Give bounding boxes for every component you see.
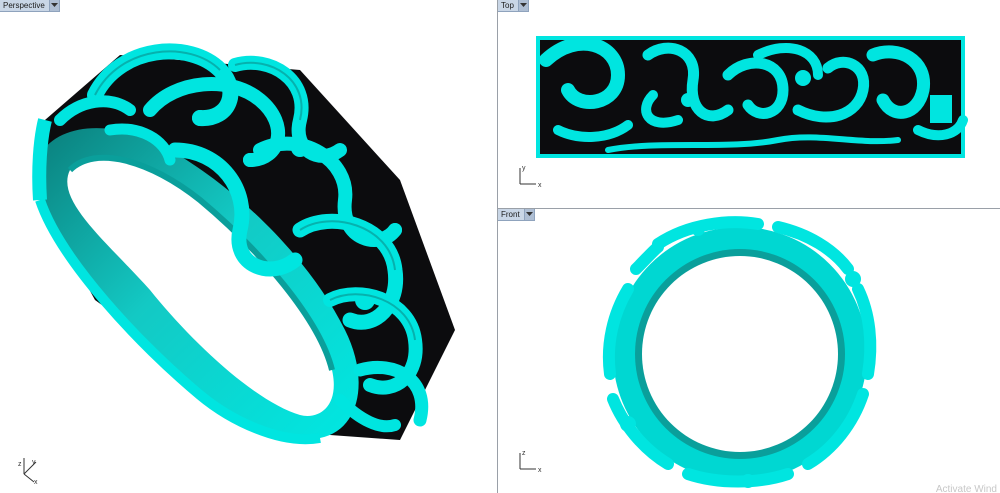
- viewport-tab-top[interactable]: Top: [498, 0, 529, 12]
- chevron-down-icon[interactable]: [48, 0, 59, 11]
- viewport-top[interactable]: Top y x: [497, 0, 1000, 209]
- axis-triad: z y x: [18, 458, 38, 486]
- viewport-tab-perspective[interactable]: Perspective: [0, 0, 60, 12]
- viewport-title: Perspective: [3, 1, 45, 10]
- viewport-title: Top: [501, 1, 514, 10]
- viewport-perspective[interactable]: Perspective z y x: [0, 0, 495, 493]
- axis-x-label: x: [34, 479, 38, 486]
- viewport-front[interactable]: Front z x Activate Wind: [497, 209, 1000, 493]
- axis-y-label: y: [32, 459, 36, 466]
- chevron-down-icon[interactable]: [517, 0, 528, 11]
- ring-front-render: [602, 216, 877, 488]
- chevron-down-icon[interactable]: [523, 209, 534, 220]
- axis-z-label: z: [18, 461, 22, 468]
- axis-triad: y x: [519, 165, 542, 189]
- viewport-tab-front[interactable]: Front: [498, 209, 535, 221]
- ring-top-render: [536, 36, 968, 158]
- activation-watermark: Activate Wind: [935, 484, 997, 493]
- axis-z-label: z: [522, 450, 526, 457]
- axis-x-label: x: [538, 182, 542, 189]
- axis-triad: z x: [519, 450, 542, 474]
- axis-y-label: y: [522, 165, 526, 172]
- viewport-title: Front: [501, 210, 520, 219]
- ring-perspective-render: [32, 43, 455, 445]
- axis-x-label: x: [538, 467, 542, 474]
